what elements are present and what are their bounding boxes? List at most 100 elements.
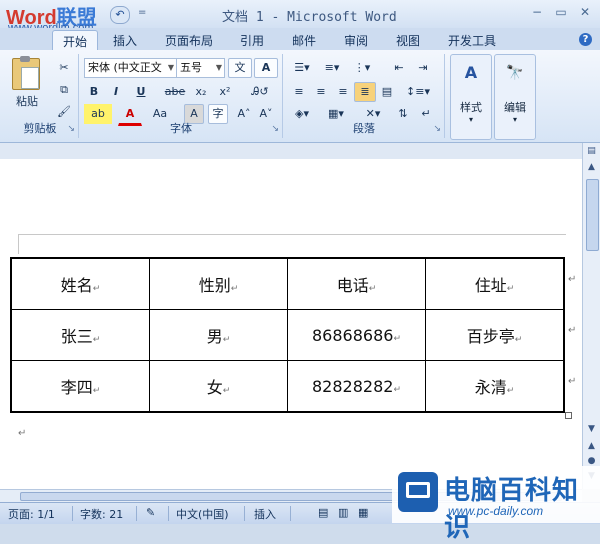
close-button[interactable]: ✕ — [576, 4, 594, 20]
tab-developer[interactable]: 开发工具 — [448, 32, 496, 49]
table-cell[interactable]: 电话↵ — [287, 257, 426, 310]
table-cell[interactable]: 女↵ — [149, 360, 288, 413]
table-cell[interactable]: 张三↵ — [10, 309, 150, 361]
row-end-mark: ↵ — [568, 274, 577, 285]
cell-text: 姓名 — [60, 276, 93, 295]
increase-indent-icon[interactable]: ⇥ — [412, 58, 434, 78]
table-cell[interactable]: 百步亭↵ — [425, 309, 565, 361]
vertical-scrollbar[interactable]: ▤ ▲ ▼ ▲ ● ▼ — [582, 143, 600, 489]
page-count[interactable]: 页面: 1/1 — [8, 506, 55, 522]
table-cell[interactable]: 永清↵ — [425, 360, 565, 413]
font-size-select[interactable]: 五号 ▼ — [176, 58, 225, 78]
help-icon[interactable]: ? — [579, 33, 592, 46]
watermark-url: www.pc-daily.com — [448, 504, 544, 518]
reading-view-icon[interactable]: ▥ — [338, 506, 348, 519]
cell-text: 男 — [206, 327, 223, 346]
language-indicator[interactable]: 中文(中国) — [176, 506, 229, 522]
multilevel-list-icon[interactable]: ⋮▾ — [348, 58, 376, 78]
cell-text: 李四 — [60, 378, 93, 397]
font-name-value: 宋体 (中文正文 — [88, 61, 162, 74]
restore-button[interactable]: ▭ — [552, 4, 570, 20]
minimize-button[interactable]: − — [528, 4, 546, 20]
format-painter-icon[interactable]: 🖌 — [54, 102, 74, 122]
paragraph-launcher-icon[interactable]: ↘ — [433, 124, 441, 134]
table-cell[interactable]: 性别↵ — [149, 257, 288, 310]
superscript-button[interactable]: x² — [214, 82, 236, 102]
proofing-icon[interactable]: ✎ — [146, 506, 155, 519]
previous-page-icon[interactable]: ▲ — [585, 440, 598, 452]
divider — [168, 506, 169, 521]
cell-text: 女 — [206, 378, 223, 397]
change-case-icon[interactable]: Ꭿ↺ — [244, 82, 276, 102]
tab-review[interactable]: 审阅 — [344, 32, 368, 49]
table-cell[interactable]: 82828282↵ — [287, 360, 426, 413]
align-right-icon[interactable]: ≡ — [332, 82, 354, 102]
cell-text: 张三 — [60, 327, 93, 346]
strikethrough-button[interactable]: abe — [162, 82, 188, 102]
scroll-down-icon[interactable]: ▼ — [585, 423, 598, 435]
data-table[interactable]: 姓名↵ 性别↵ 电话↵ 住址↵ 张三↵ 男↵ 86868686↵ 百步亭↵ 李四… — [10, 257, 565, 413]
divider — [244, 506, 245, 521]
table-row: 姓名↵ 性别↵ 电话↵ 住址↵ — [10, 257, 565, 310]
tab-page-layout[interactable]: 页面布局 — [165, 32, 213, 49]
char-border-icon[interactable]: A — [254, 58, 278, 78]
table-row: 李四↵ 女↵ 82828282↵ 永清↵ — [10, 360, 565, 413]
decrease-indent-icon[interactable]: ⇤ — [388, 58, 410, 78]
clipboard-launcher-icon[interactable]: ↘ — [67, 124, 75, 134]
undo-icon[interactable]: ↶ — [110, 6, 130, 24]
styles-group[interactable]: A 样式 ▾ — [450, 54, 492, 140]
paste-button[interactable]: 粘贴 — [8, 92, 46, 112]
subscript-button[interactable]: x₂ — [190, 82, 212, 102]
tab-insert[interactable]: 插入 — [113, 32, 137, 49]
paragraph-mark: ↵ — [18, 428, 27, 439]
word-count[interactable]: 字数: 21 — [80, 506, 123, 522]
phonetic-guide-icon[interactable]: 文 — [228, 58, 252, 78]
align-center-icon[interactable]: ≡ — [310, 82, 332, 102]
row-end-mark: ↵ — [568, 376, 577, 387]
table-cell[interactable]: 姓名↵ — [10, 257, 150, 310]
copy-icon[interactable]: ⧉ — [54, 80, 74, 100]
ribbon: 粘贴 ✂ ⧉ 🖌 剪贴板 ↘ 宋体 (中文正文 ▼ 五号 ▼ 文 A B I U a… — [0, 50, 600, 143]
font-launcher-icon[interactable]: ↘ — [271, 124, 279, 134]
numbering-icon[interactable]: ≡▾ — [318, 58, 346, 78]
scroll-up-icon[interactable]: ▲ — [585, 161, 598, 173]
print-layout-view-icon[interactable]: ▤ — [318, 506, 328, 519]
justify-icon[interactable]: ≣ — [354, 82, 376, 102]
paragraph-group: ☰▾ ≡▾ ⋮▾ ⇤ ⇥ ≡ ≡ ≡ ≣ ▤ ↕≡▾ ◈▾ ▦▾ ✕▾ ⇅ ↵ … — [284, 54, 445, 138]
cell-text: 住址 — [474, 276, 507, 295]
table-cell[interactable]: 李四↵ — [10, 360, 150, 413]
align-left-icon[interactable]: ≡ — [288, 82, 310, 102]
tab-view[interactable]: 视图 — [396, 32, 420, 49]
editing-label: 编辑 — [504, 101, 526, 114]
ruler-toggle-icon[interactable]: ▤ — [585, 145, 598, 157]
tab-references[interactable]: 引用 — [240, 32, 264, 49]
paste-icon[interactable] — [12, 56, 40, 90]
tab-mailings[interactable]: 邮件 — [292, 32, 316, 49]
scroll-thumb[interactable] — [586, 179, 599, 251]
table-cell[interactable]: 86868686↵ — [287, 309, 426, 361]
cell-text: 82828282 — [312, 376, 394, 396]
editing-dropdown-icon: ▾ — [512, 115, 517, 124]
distributed-icon[interactable]: ▤ — [376, 82, 398, 102]
table-resize-handle[interactable] — [565, 412, 572, 419]
editing-group[interactable]: 🔭 编辑 ▾ — [494, 54, 536, 140]
tab-home[interactable]: 开始 — [52, 30, 99, 52]
underline-button[interactable]: U — [128, 82, 154, 102]
table-cell[interactable]: 男↵ — [149, 309, 288, 361]
table-cell[interactable]: 住址↵ — [425, 257, 565, 310]
watermark: 电脑百科知识 www.pc-daily.com — [392, 466, 600, 543]
cut-icon[interactable]: ✂ — [54, 58, 74, 78]
bullets-icon[interactable]: ☰▾ — [288, 58, 316, 78]
ribbon-tabs: 开始 插入 页面布局 引用 邮件 审阅 视图 开发工具 ? — [0, 28, 600, 52]
web-layout-view-icon[interactable]: ▦ — [358, 506, 368, 519]
font-name-select[interactable]: 宋体 (中文正文 ▼ — [84, 58, 177, 78]
italic-button[interactable]: I — [106, 82, 126, 102]
bold-button[interactable]: B — [84, 82, 104, 102]
binoculars-icon: 🔭 — [506, 65, 524, 81]
styles-icon: A — [464, 63, 478, 82]
insert-mode-indicator[interactable]: 插入 — [254, 506, 276, 522]
quick-access-customize-button[interactable]: = — [138, 7, 146, 18]
line-spacing-icon[interactable]: ↕≡▾ — [402, 82, 434, 102]
monitor-icon — [398, 472, 438, 512]
font-size-value: 五号 — [180, 61, 202, 74]
